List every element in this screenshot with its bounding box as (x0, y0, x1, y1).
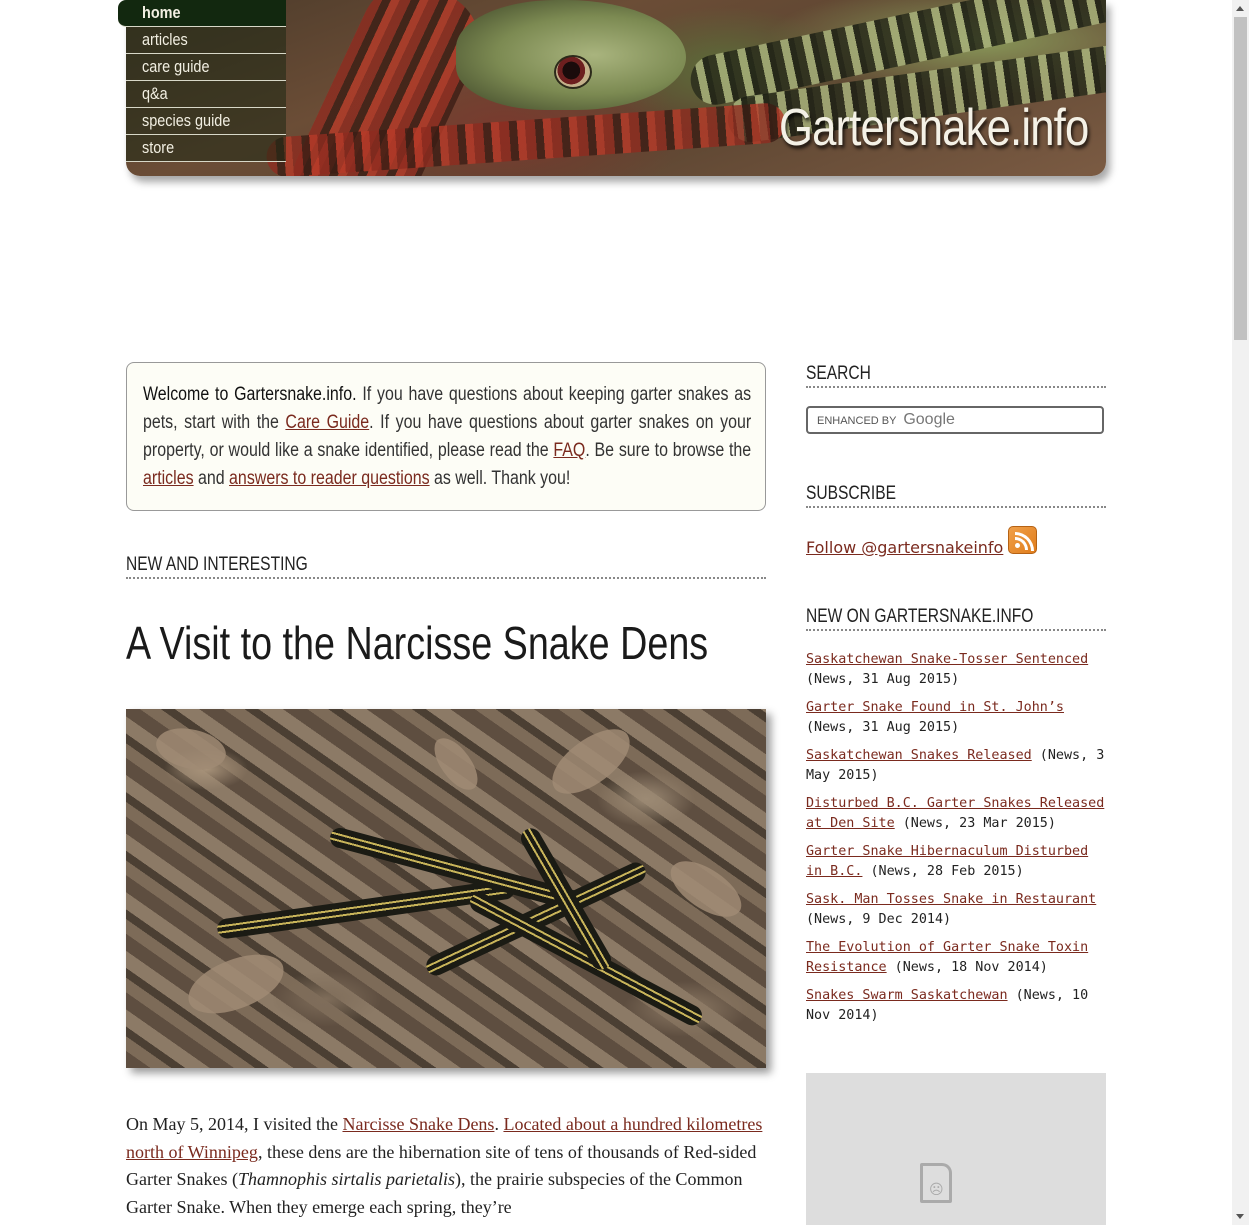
nav-label: store (142, 138, 175, 157)
news-link[interactable]: Garter Snake Found in St. John’s (806, 700, 1064, 715)
articles-link[interactable]: articles (143, 468, 194, 489)
article-body: On May 5, 2014, I visited the Narcisse S… (126, 1111, 766, 1221)
news-meta: (News, 31 Aug 2015) (806, 720, 960, 735)
nav-label: care guide (142, 57, 210, 76)
leaf-decoration (540, 719, 642, 804)
subscribe-heading: SUBSCRIBE (806, 483, 1106, 508)
search-heading: SEARCH (806, 363, 1106, 388)
answers-link[interactable]: answers to reader questions (229, 468, 429, 489)
list-item: Snakes Swarm Saskatchewan (News, 10 Nov … (806, 986, 1106, 1026)
news-meta: (News, 18 Nov 2014) (886, 960, 1048, 975)
search-input[interactable]: ENHANCED BY Google (806, 406, 1104, 434)
list-item: Sask. Man Tosses Snake in Restaurant (Ne… (806, 890, 1106, 930)
news-link[interactable]: Sask. Man Tosses Snake in Restaurant (806, 892, 1096, 907)
news-meta: (News, 23 Mar 2015) (894, 816, 1056, 831)
species-name: Thamnophis sirtalis parietalis (237, 1169, 456, 1189)
welcome-text-part: . Be sure to browse the (585, 440, 752, 461)
list-item: Saskatchewan Snake-Tosser Sentenced (New… (806, 650, 1106, 690)
nav-label: q&a (142, 84, 168, 103)
google-logo: Google (903, 411, 955, 428)
nav-label: articles (142, 30, 188, 49)
welcome-box: Welcome to Gartersnake.info. If you have… (126, 362, 766, 511)
article-photo (126, 709, 766, 1068)
list-item: The Evolution of Garter Snake Toxin Resi… (806, 938, 1106, 978)
list-item: Garter Snake Found in St. John’s (News, … (806, 698, 1106, 738)
list-item: Disturbed B.C. Garter Snakes Released at… (806, 794, 1106, 834)
news-meta: (News, 31 Aug 2015) (806, 672, 960, 687)
news-link[interactable]: Saskatchewan Snakes Released (806, 748, 1032, 763)
narcisse-link[interactable]: Narcisse Snake Dens (342, 1114, 494, 1134)
news-meta: (News, 9 Dec 2014) (806, 912, 952, 927)
news-link[interactable]: Saskatchewan Snake-Tosser Sentenced (806, 652, 1088, 667)
search-placeholder-prefix: ENHANCED BY (817, 415, 897, 427)
section-heading-new-and-interesting: NEW AND INTERESTING (126, 554, 766, 579)
list-item: Saskatchewan Snakes Released (News, 3 Ma… (806, 746, 1106, 786)
site-title[interactable]: Gartersnake.info (779, 98, 1089, 158)
scroll-down-arrow-icon[interactable] (1236, 1214, 1244, 1219)
leaf-decoration (428, 730, 484, 798)
follow-twitter-link[interactable]: Follow @gartersnakeinfo (806, 538, 1003, 557)
nav-item-species-guide[interactable]: species guide (126, 108, 286, 135)
snake-eye-image (554, 55, 592, 89)
scroll-up-arrow-icon[interactable] (1236, 6, 1244, 11)
rss-icon[interactable] (1008, 526, 1037, 554)
subscribe-heading-label: SUBSCRIBE (806, 483, 897, 504)
nav-item-articles[interactable]: articles (126, 27, 286, 54)
nav-item-care-guide[interactable]: care guide (126, 54, 286, 81)
welcome-lead: Welcome to Gartersnake.info. (143, 384, 357, 405)
snake-image (466, 889, 706, 1029)
nav-label: home (142, 3, 181, 22)
ad-placeholder: ☹ (806, 1073, 1106, 1225)
body-text-part: On May 5, 2014, I visited the (126, 1114, 343, 1134)
news-link[interactable]: Snakes Swarm Saskatchewan (806, 988, 1008, 1003)
welcome-text: Welcome to Gartersnake.info. If you have… (143, 381, 751, 493)
welcome-text-part: and (193, 468, 230, 489)
scrollbar[interactable] (1232, 0, 1249, 1225)
news-meta: (News, 28 Feb 2015) (862, 864, 1024, 879)
rss-dot (1015, 543, 1020, 548)
faq-link[interactable]: FAQ (553, 440, 585, 461)
leaf-decoration (151, 718, 231, 780)
broken-document-icon: ☹ (920, 1163, 952, 1203)
leaf-decoration (662, 847, 750, 931)
list-item: Garter Snake Hibernaculum Disturbed in B… (806, 842, 1106, 882)
nav-item-store[interactable]: store (126, 135, 286, 162)
new-on-site-heading-label: NEW ON GARTERSNAKE.INFO (806, 606, 1034, 627)
nav-item-home[interactable]: home (118, 0, 286, 27)
news-list: Saskatchewan Snake-Tosser Sentenced (New… (806, 650, 1106, 1034)
care-guide-link[interactable]: Care Guide (285, 412, 369, 433)
snake-image (216, 878, 516, 940)
main-nav: home articles care guide q&a species gui… (118, 0, 286, 162)
article-title[interactable]: A Visit to the Narcisse Snake Dens (126, 616, 708, 670)
scrollbar-thumb[interactable] (1234, 17, 1247, 340)
nav-item-qa[interactable]: q&a (126, 81, 286, 108)
section-heading-label: NEW AND INTERESTING (126, 554, 308, 575)
search-heading-label: SEARCH (806, 363, 871, 384)
new-on-site-heading: NEW ON GARTERSNAKE.INFO (806, 606, 1106, 631)
sad-face-icon: ☹ (929, 1182, 944, 1198)
welcome-text-part: as well. Thank you! (429, 468, 571, 489)
nav-label: species guide (142, 111, 231, 130)
leaf-decoration (181, 946, 291, 1022)
